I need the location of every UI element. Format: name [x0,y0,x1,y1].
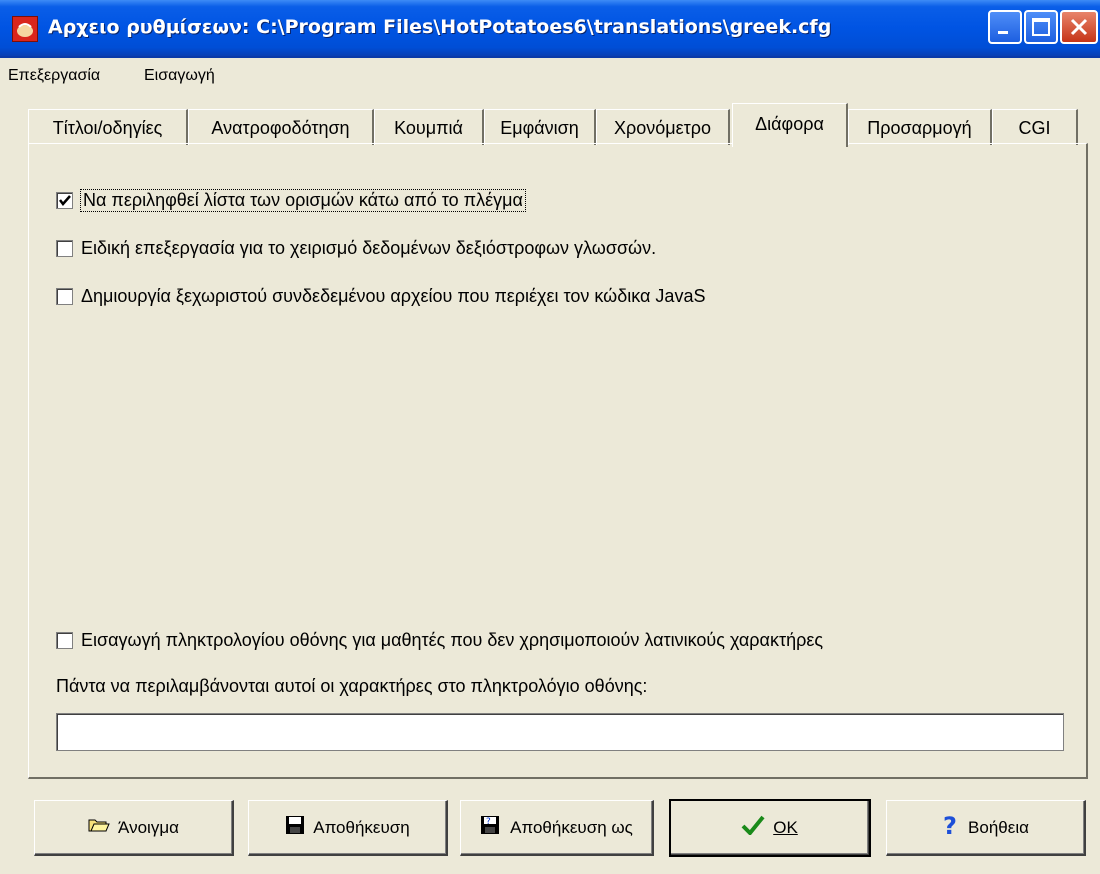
question-mark-icon: ? [942,812,960,842]
save-as-disk-icon: ? [480,815,502,840]
screen-keyboard-checkbox[interactable] [56,632,73,649]
minimize-button[interactable] [988,10,1022,44]
hot-potatoes-app-icon[interactable] [12,16,38,42]
tab-misc[interactable]: Διάφορα [732,103,848,147]
save-as-button[interactable]: ? Αποθήκευση ως [460,800,654,856]
keyboard-chars-label: Πάντα να περιλαμβάνονται αυτοί οι χαρακτ… [56,676,648,696]
tab-cgi[interactable]: CGI [992,109,1078,145]
menu-edit[interactable]: Επεξεργασία [8,67,100,85]
help-button-label: Βοήθεια [968,817,1029,837]
tab-timer[interactable]: Χρονόμετρο [596,109,730,145]
tab-strip: Τίτλοι/οδηγίες Ανατροφοδότηση Κουμπιά Εμ… [28,103,1078,147]
tab-custom[interactable]: Προσαρμογή [848,109,992,145]
maximize-button[interactable] [1024,10,1058,44]
ok-button[interactable]: OK [669,799,871,857]
tab-titles-instructions[interactable]: Τίτλοι/οδηγίες [28,109,188,145]
separate-js-option[interactable]: Δημιουργία ξεχωριστού συνδεδεμένου αρχεί… [56,286,705,307]
close-button[interactable] [1060,10,1098,44]
include-list-label: Να περιληφθεί λίστα των ορισμών κάτω από… [80,189,526,212]
floppy-disk-icon [285,815,305,840]
include-list-option[interactable]: Να περιληφθεί λίστα των ορισμών κάτω από… [56,189,526,212]
help-button[interactable]: ? Βοήθεια [886,800,1086,856]
title-bar[interactable]: Αρχειο ρυθμίσεων: C:\Program Files\HotPo… [0,0,1100,58]
separate-js-checkbox[interactable] [56,288,73,305]
tab-appearance[interactable]: Εμφάνιση [484,109,596,145]
rtl-processing-checkbox[interactable] [56,240,73,257]
menu-bar: Επεξεργασία Εισαγωγή [0,60,1100,94]
menu-insert[interactable]: Εισαγωγή [144,67,215,85]
ok-button-label: OK [773,817,798,837]
rtl-processing-label: Ειδική επεξεργασία για το χειρισμό δεδομ… [81,238,657,258]
separate-js-label: Δημιουργία ξεχωριστού συνδεδεμένου αρχεί… [81,286,706,306]
save-as-button-label: Αποθήκευση ως [510,817,633,837]
svg-text:?: ? [486,817,491,827]
open-folder-icon [88,817,110,838]
keyboard-chars-input[interactable] [56,713,1064,751]
rtl-processing-option[interactable]: Ειδική επεξεργασία για το χειρισμό δεδομ… [56,238,656,259]
tab-buttons[interactable]: Κουμπιά [374,109,484,145]
svg-text:?: ? [943,813,957,837]
screen-keyboard-option[interactable]: Εισαγωγή πληκτρολογίου οθόνης για μαθητέ… [56,630,823,651]
include-list-checkbox[interactable] [56,192,73,209]
open-button[interactable]: Άνοιγμα [34,800,234,856]
screen-keyboard-label: Εισαγωγή πληκτρολογίου οθόνης για μαθητέ… [81,630,824,650]
save-button-label: Αποθήκευση [313,817,410,837]
tab-feedback[interactable]: Ανατροφοδότηση [188,109,374,145]
window-title: Αρχειο ρυθμίσεων: C:\Program Files\HotPo… [48,16,832,38]
save-button[interactable]: Αποθήκευση [248,800,448,856]
open-button-label: Άνοιγμα [118,817,179,837]
checkmark-icon [741,815,765,840]
